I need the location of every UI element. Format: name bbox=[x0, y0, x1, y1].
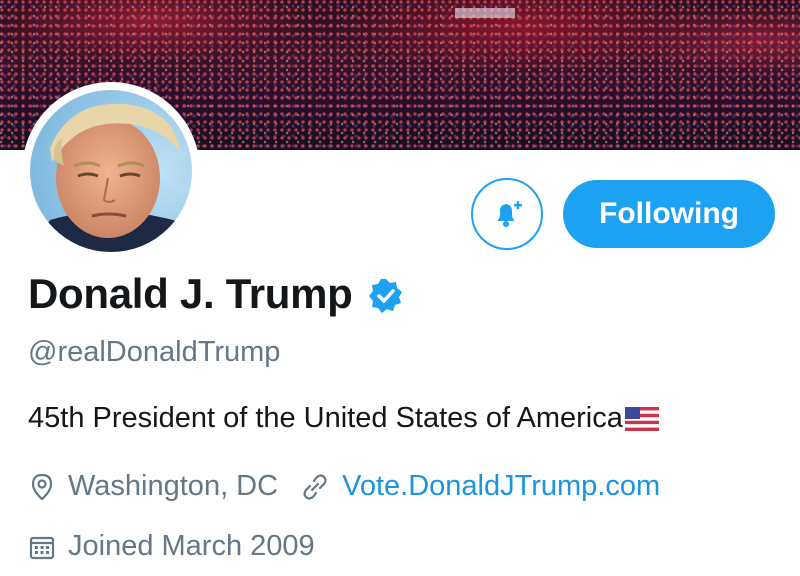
avatar-portrait bbox=[30, 90, 192, 252]
map-pin-icon bbox=[28, 472, 56, 502]
profile-handle: @realDonaldTrump bbox=[28, 336, 281, 368]
profile-joined-date: Joined March 2009 bbox=[68, 530, 315, 562]
bio-text: 45th President of the United States of A… bbox=[28, 402, 623, 434]
profile-bio: 45th President of the United States of A… bbox=[28, 402, 659, 435]
us-flag-icon bbox=[624, 406, 659, 431]
profile-joined-row: Joined March 2009 bbox=[28, 530, 315, 563]
verified-badge-icon bbox=[368, 279, 402, 313]
profile-website-link[interactable]: Vote.DonaldJTrump.com bbox=[342, 470, 660, 503]
following-button[interactable]: Following bbox=[563, 180, 775, 248]
bell-plus-icon bbox=[498, 201, 522, 227]
name-row: Donald J. Trump bbox=[28, 270, 405, 318]
profile-location: Washington, DC bbox=[68, 470, 279, 502]
profile-avatar[interactable] bbox=[22, 82, 200, 260]
calendar-icon bbox=[28, 533, 56, 561]
profile-name: Donald J. Trump bbox=[28, 270, 353, 317]
notifications-bell-button[interactable] bbox=[471, 178, 543, 250]
profile-meta-row: Washington, DC Vote.DonaldJTrump.com bbox=[28, 470, 660, 503]
link-icon bbox=[300, 472, 330, 502]
banner-stage bbox=[455, 8, 515, 18]
